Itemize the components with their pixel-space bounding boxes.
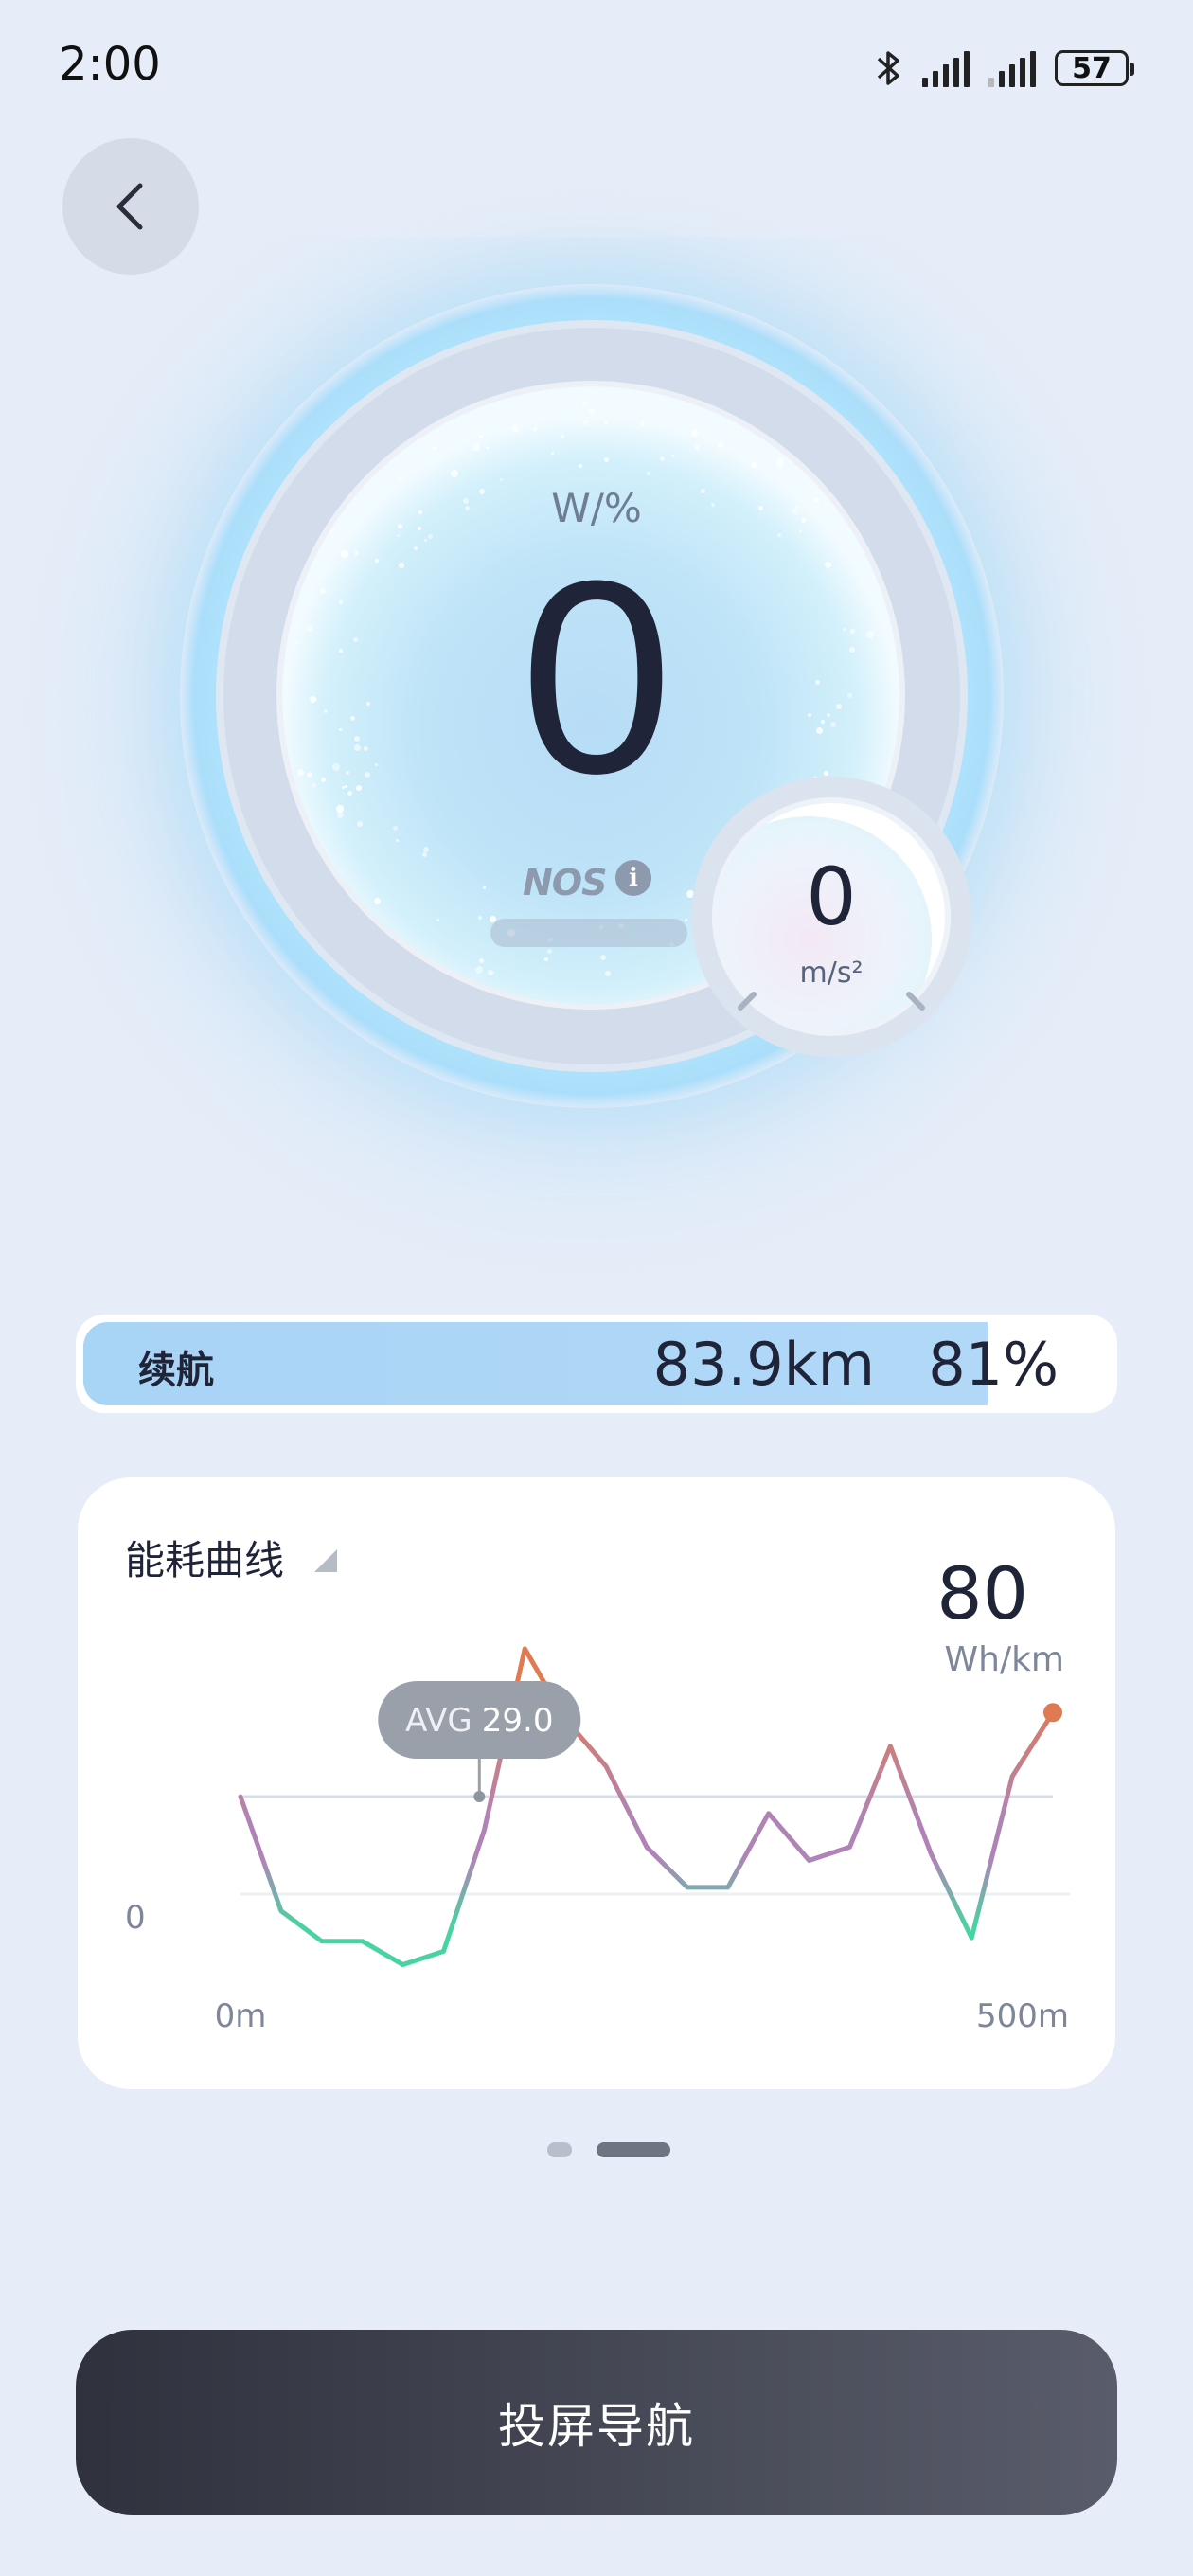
sparkle	[487, 969, 493, 975]
sparkle	[396, 533, 400, 537]
sparkle	[583, 420, 590, 426]
energy-series-line	[238, 1646, 1056, 1968]
sparkle	[560, 435, 564, 439]
info-icon[interactable]: i	[615, 860, 651, 896]
sparkle	[423, 846, 430, 852]
sparkle	[604, 420, 609, 424]
sparkle	[478, 435, 483, 439]
sparkle	[671, 454, 675, 457]
sparkle	[544, 957, 549, 961]
sparkle	[482, 886, 486, 889]
status-icons: 57	[875, 45, 1134, 91]
sparkle	[777, 533, 782, 538]
sparkle	[500, 478, 503, 482]
y-zero-label: 0	[125, 1899, 146, 1937]
sparkle	[433, 446, 437, 451]
sparkle	[478, 957, 484, 963]
sparkle	[474, 965, 483, 974]
series-group	[238, 1646, 1062, 1968]
avg-prefix: AVG	[405, 1702, 472, 1740]
sparkle	[398, 475, 403, 481]
energy-curve-card[interactable]: 能耗曲线 80 Wh/km 0 0m 500m AVG 29.0	[78, 1477, 1115, 2089]
range-label: 续航	[138, 1349, 214, 1392]
sparkle	[510, 424, 519, 433]
sparkle	[660, 456, 666, 462]
sparkle	[775, 457, 784, 466]
sparkle	[599, 954, 606, 960]
sparkle	[532, 426, 537, 431]
sparkle	[477, 915, 482, 920]
sparkle	[546, 948, 552, 954]
x-start-label: 0m	[215, 1997, 267, 2035]
sparkle	[421, 852, 427, 858]
x-end-label: 500m	[976, 1997, 1069, 2035]
sparkle	[603, 457, 609, 463]
battery-icon: 57	[1055, 50, 1134, 86]
sparkle	[589, 407, 596, 414]
acceleration-value: 0	[806, 850, 857, 943]
power-value: 0	[520, 524, 673, 831]
avg-value: 29.0	[482, 1702, 554, 1740]
sparkle	[392, 826, 398, 832]
sparkle	[694, 443, 701, 450]
page-indicator-1[interactable]	[547, 2142, 572, 2157]
avg-dot	[473, 1791, 486, 1803]
sparkle	[579, 464, 583, 469]
sparkle	[690, 429, 698, 437]
sparkle	[640, 420, 645, 425]
sparkle	[605, 971, 612, 977]
sparkle	[550, 451, 554, 455]
page-indicator-2[interactable]	[596, 2142, 670, 2157]
sparkle	[647, 471, 651, 475]
acceleration-unit: m/s²	[799, 957, 864, 990]
range-bar: 续航 83.9km 81%	[76, 1315, 1117, 1413]
sparkle	[485, 446, 489, 450]
chevron-left-icon	[116, 183, 143, 230]
sparkle	[436, 918, 440, 921]
screen-cast-navigation-button[interactable]: 投屏导航	[76, 2330, 1117, 2515]
nav-button-label: 投屏导航	[498, 2399, 695, 2454]
sparkle	[751, 462, 757, 469]
sparkle	[396, 838, 400, 842]
sparkle	[717, 442, 723, 449]
data-point	[1043, 1703, 1062, 1723]
back-button[interactable]	[62, 138, 199, 275]
range-percent: 81%	[928, 1330, 1059, 1399]
sparkle	[428, 534, 434, 540]
nos-level-bar	[490, 919, 687, 947]
signal-icon	[988, 49, 1036, 87]
energy-chart: 0 0m 500m AVG 29.0	[125, 1646, 1070, 2035]
sparkle	[374, 897, 382, 904]
avg-tooltip: AVG 29.0	[378, 1681, 581, 1803]
nos-logo: NOS	[523, 862, 607, 903]
sparkle	[581, 400, 588, 406]
sparkle	[356, 820, 363, 827]
sparkle	[472, 443, 480, 452]
sparkle	[450, 470, 458, 478]
battery-level: 57	[1072, 51, 1112, 85]
sparkle	[684, 918, 687, 921]
range-distance: 83.9km	[652, 1330, 875, 1399]
signal-icon	[922, 49, 970, 87]
bluetooth-icon	[877, 51, 899, 85]
status-time: 2:00	[59, 38, 161, 91]
